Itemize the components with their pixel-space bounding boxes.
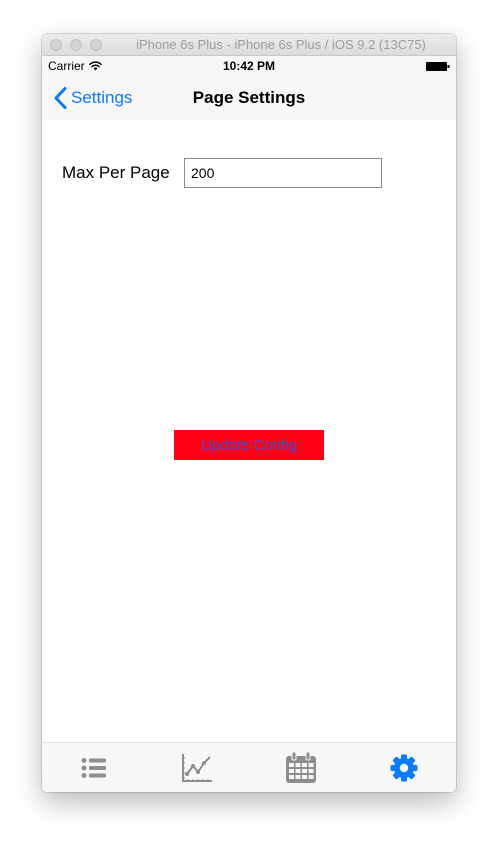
gear-icon	[390, 754, 418, 782]
battery-icon	[426, 62, 450, 71]
page-title: Page Settings	[192, 88, 306, 107]
status-bar: Carrier 10:42 PM	[42, 56, 456, 76]
max-per-page-input[interactable]	[184, 158, 382, 188]
minimize-window-button[interactable]	[70, 39, 82, 51]
tab-chart[interactable]	[146, 743, 250, 792]
list-icon	[81, 758, 106, 778]
tab-list[interactable]	[42, 743, 146, 792]
zoom-window-button[interactable]	[90, 39, 102, 51]
window-title: iPhone 6s Plus - iPhone 6s Plus / iOS 9.…	[136, 37, 426, 52]
max-per-page-label: Max Per Page	[62, 163, 170, 182]
window-titlebar: iPhone 6s Plus - iPhone 6s Plus / iOS 9.…	[42, 34, 456, 56]
navigation-bar: Settings Page Settings	[42, 76, 456, 120]
tab-bar	[42, 742, 456, 792]
chart-icon	[182, 754, 213, 782]
main-content: Max Per Page Update Config	[42, 120, 456, 742]
calendar-icon	[285, 752, 316, 783]
update-config-button[interactable]: Update Config	[174, 430, 324, 460]
status-time: 10:42 PM	[222, 59, 276, 73]
tab-settings[interactable]	[353, 743, 457, 792]
simulator-window: iPhone 6s Plus - iPhone 6s Plus / iOS 9.…	[42, 34, 456, 792]
close-window-button[interactable]	[50, 39, 62, 51]
tab-calendar[interactable]	[249, 743, 353, 792]
